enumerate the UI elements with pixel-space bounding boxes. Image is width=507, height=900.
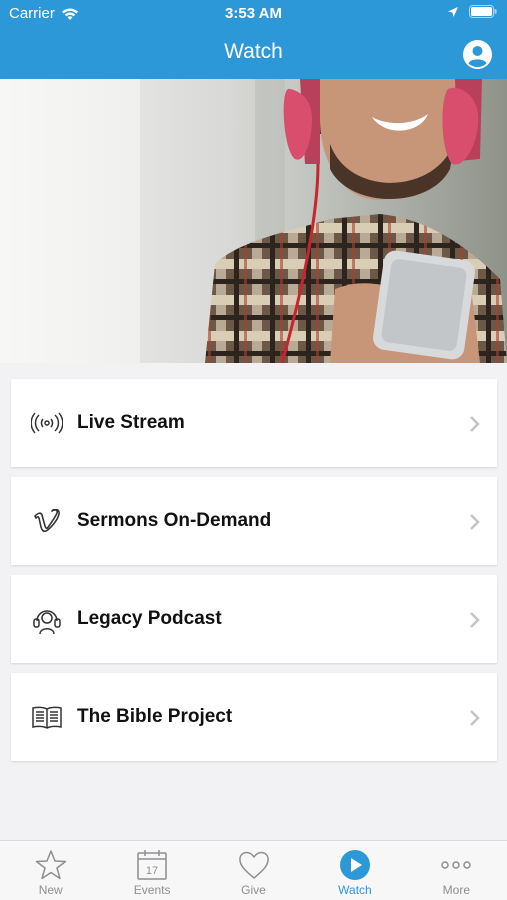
tab-label: Watch bbox=[338, 883, 372, 897]
tab-label: New bbox=[38, 883, 63, 897]
status-time: 3:53 AM bbox=[225, 5, 282, 22]
podcast-icon bbox=[29, 601, 65, 637]
menu-item-live-stream[interactable]: Live Stream bbox=[11, 379, 497, 467]
menu-item-sermons[interactable]: Sermons On-Demand bbox=[11, 477, 497, 565]
star-icon bbox=[35, 850, 66, 880]
chevron-right-icon bbox=[470, 710, 480, 726]
more-icon bbox=[441, 861, 472, 869]
tab-label: More bbox=[442, 883, 470, 897]
heart-icon bbox=[238, 851, 269, 879]
tab-more[interactable]: More bbox=[406, 841, 507, 900]
calendar-day: 17 bbox=[146, 865, 158, 877]
tab-new[interactable]: New bbox=[0, 841, 101, 900]
page-title: Watch bbox=[224, 40, 283, 63]
chevron-right-icon bbox=[470, 612, 480, 628]
play-icon bbox=[339, 850, 370, 880]
status-bar: Carrier 3:53 AM bbox=[0, 0, 507, 28]
chevron-right-icon bbox=[470, 514, 480, 530]
top-bar: Carrier 3:53 AM Watch bbox=[0, 0, 507, 79]
tab-events[interactable]: 17 Events bbox=[101, 841, 202, 900]
tab-label: Give bbox=[241, 883, 266, 897]
watch-menu: Live Stream Sermons On-Demand Legacy Pod… bbox=[11, 379, 497, 771]
location-arrow-icon bbox=[448, 6, 458, 17]
battery-icon bbox=[469, 5, 497, 18]
tab-label: Events bbox=[133, 883, 171, 897]
profile-icon[interactable] bbox=[463, 40, 492, 69]
menu-item-label: Legacy Podcast bbox=[77, 608, 222, 629]
chevron-right-icon bbox=[470, 416, 480, 432]
broadcast-icon bbox=[29, 405, 65, 441]
menu-item-bible-project[interactable]: The Bible Project bbox=[11, 673, 497, 761]
tab-bar: New 17 Events Give Watch More bbox=[0, 840, 507, 900]
calendar-icon: 17 bbox=[137, 850, 167, 880]
menu-item-podcast[interactable]: Legacy Podcast bbox=[11, 575, 497, 663]
tab-watch[interactable]: Watch bbox=[304, 841, 405, 900]
status-right-group bbox=[447, 5, 497, 18]
tab-give[interactable]: Give bbox=[203, 841, 304, 900]
menu-item-label: The Bible Project bbox=[77, 706, 233, 727]
vimeo-icon bbox=[29, 503, 65, 539]
menu-item-label: Sermons On-Demand bbox=[77, 510, 272, 531]
menu-item-label: Live Stream bbox=[77, 412, 185, 433]
hero-image bbox=[0, 79, 507, 363]
book-icon bbox=[29, 699, 65, 735]
